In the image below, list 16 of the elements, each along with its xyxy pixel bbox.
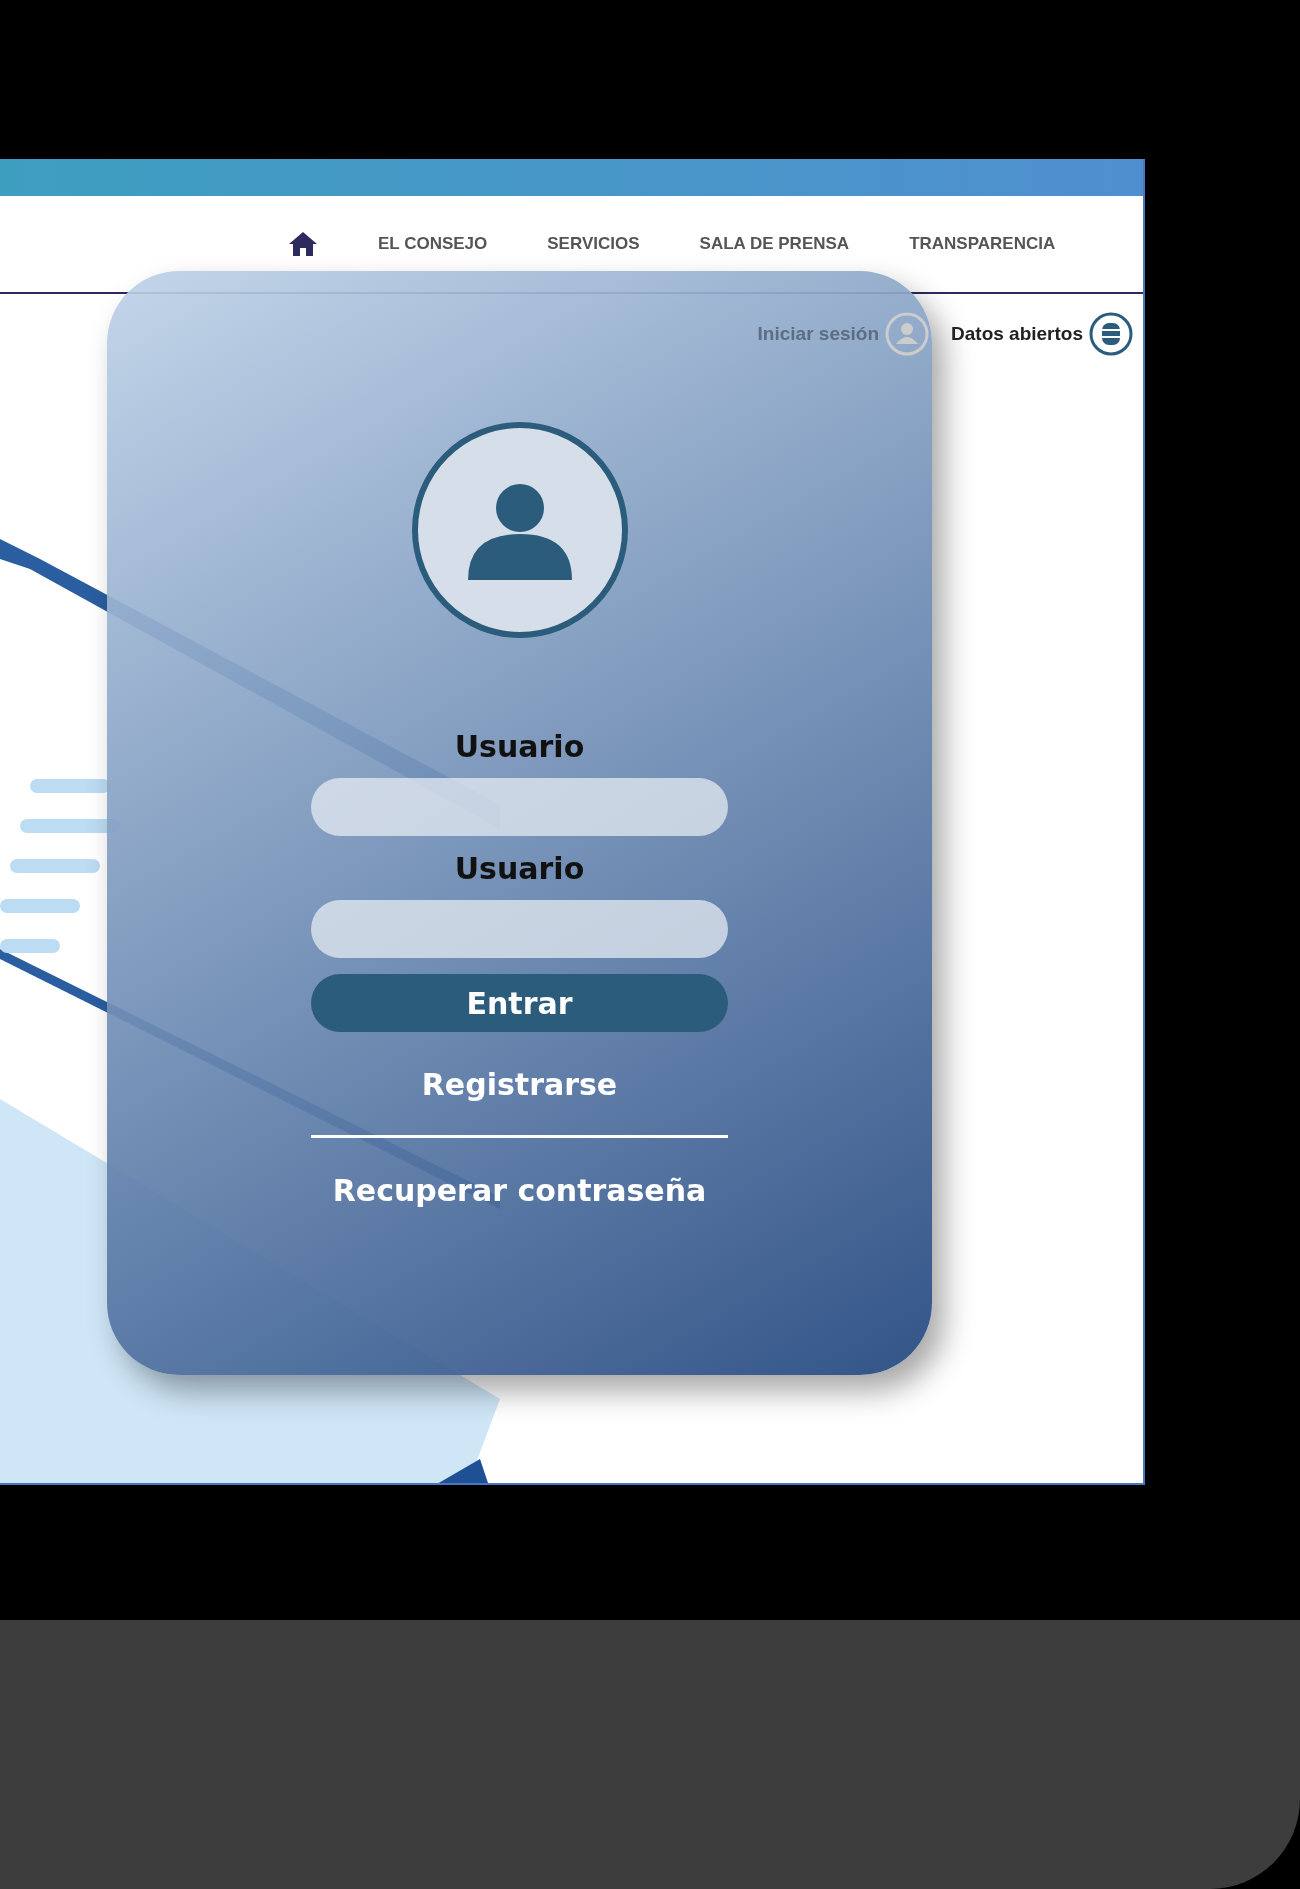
field-label: Usuario [454,854,585,884]
input-field[interactable] [311,778,728,836]
nav-link[interactable]: TRANSPARENCIA [909,231,1056,257]
open-data-link[interactable]: Datos abiertos [951,319,1083,349]
register-link[interactable]: Registrarse [421,1062,618,1107]
field-label: Usuario [454,732,585,762]
home-icon[interactable] [288,231,318,257]
nav-link[interactable]: SERVICIOS [547,231,640,257]
user-icon [885,312,929,356]
input-field[interactable] [311,900,728,958]
nav-link[interactable]: SALA DE PRENSA [699,231,850,257]
avatar-icon [411,422,628,638]
submit-button[interactable]: Entrar [311,974,728,1032]
database-icon [1089,312,1133,356]
recover-password-link[interactable]: Recuperar contraseña [332,1168,707,1213]
nav-link[interactable]: EL CONSEJO [378,231,488,257]
